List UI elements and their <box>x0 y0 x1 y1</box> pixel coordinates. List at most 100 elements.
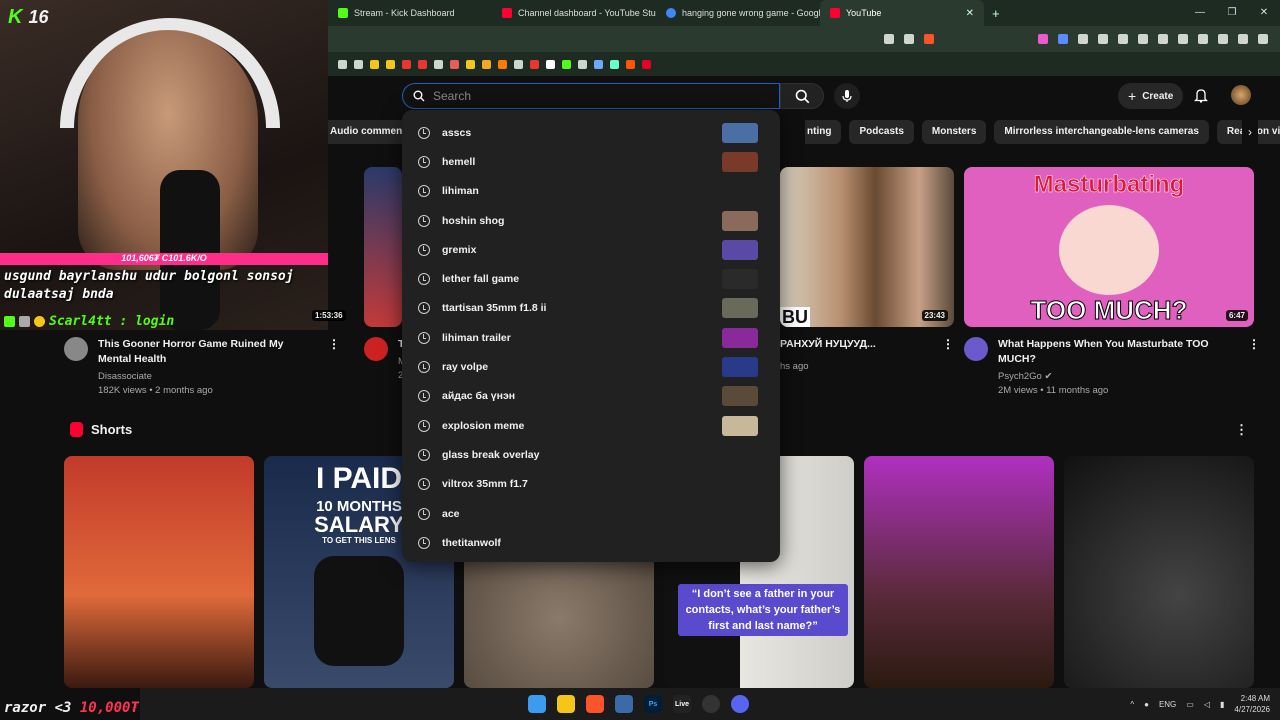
more-options-icon[interactable]: ⋮ <box>328 337 340 398</box>
close-tab-icon[interactable]: ✕ <box>966 8 974 19</box>
suggestion-item[interactable]: thetitanwolf <box>402 528 780 557</box>
bookmark-icon[interactable] <box>354 59 363 69</box>
extension-icon[interactable] <box>1118 34 1128 44</box>
bookmark-icon[interactable] <box>530 59 539 69</box>
close-window-button[interactable]: ✕ <box>1248 0 1280 26</box>
bookmark-icon[interactable] <box>466 59 475 69</box>
suggestion-item[interactable]: lihiman <box>402 177 780 206</box>
channel-avatar[interactable] <box>364 337 388 361</box>
notifications-button[interactable] <box>1192 86 1210 104</box>
bookmark-icon[interactable] <box>578 59 587 69</box>
search-box[interactable] <box>402 83 780 109</box>
tab-kick-dashboard[interactable]: Stream - Kick Dashboard <box>328 0 492 26</box>
file-explorer-icon[interactable] <box>557 695 575 713</box>
extension-icon[interactable] <box>1138 34 1148 44</box>
bookmark-icon[interactable] <box>370 59 379 69</box>
video-card[interactable]: BU 23:43 РАНХУЙ НУЦУУД... hs ago ⋮ <box>780 167 954 374</box>
suggestion-item[interactable]: ray volpe <box>402 352 780 381</box>
battery-icon[interactable]: ▮ <box>1220 700 1224 709</box>
bookmark-icon[interactable] <box>626 59 635 69</box>
discord-icon[interactable] <box>731 695 749 713</box>
chevron-right-icon[interactable]: › <box>1242 120 1258 144</box>
live-icon[interactable]: Live <box>673 695 691 713</box>
cast-icon[interactable] <box>884 34 894 44</box>
filter-chip[interactable]: Mirrorless interchangeable-lens cameras <box>994 120 1209 144</box>
video-title[interactable]: What Happens When You Masturbate TOO MUC… <box>998 337 1238 367</box>
extension-icon[interactable] <box>1058 34 1068 44</box>
bookmark-icon[interactable] <box>610 59 619 69</box>
suggestion-item[interactable]: lether fall game <box>402 264 780 293</box>
video-thumbnail[interactable] <box>364 167 402 327</box>
wallet-icon[interactable] <box>1198 34 1208 44</box>
share-icon[interactable] <box>904 34 914 44</box>
more-options-icon[interactable]: ⋮ <box>942 337 954 374</box>
video-card[interactable]: This Gooner Horror Game Ruined My Mental… <box>64 167 340 398</box>
account-avatar[interactable] <box>1231 85 1251 105</box>
suggestion-item[interactable]: ace <box>402 499 780 528</box>
channel-avatar[interactable] <box>64 337 88 361</box>
new-tab-button[interactable]: + <box>984 6 1008 21</box>
music-icon[interactable] <box>1158 34 1168 44</box>
short-card[interactable] <box>864 456 1054 688</box>
bookmark-icon[interactable] <box>386 59 395 69</box>
short-card[interactable] <box>1064 456 1254 688</box>
sidebar-icon[interactable] <box>1178 34 1188 44</box>
filter-chip[interactable]: nting <box>805 120 842 144</box>
suggestion-item[interactable]: viltrox 35mm f1.7 <box>402 470 780 499</box>
bookmark-icon[interactable] <box>482 59 491 69</box>
suggestion-item[interactable]: hemell <box>402 147 780 176</box>
bookmark-icon[interactable] <box>418 59 427 69</box>
tab-youtube-studio[interactable]: Channel dashboard - YouTube Studio <box>492 0 656 26</box>
filter-chip[interactable]: Monsters <box>921 120 987 144</box>
suggestion-item[interactable]: asscs <box>402 118 780 147</box>
video-card[interactable]: Masturbating TOO MUCH? 6:47 What Happens… <box>964 167 1260 398</box>
video-title[interactable]: РАНХУЙ НУЦУУД... <box>780 337 930 352</box>
tab-youtube[interactable]: YouTube ✕ <box>820 0 984 26</box>
leo-icon[interactable] <box>1218 34 1228 44</box>
short-card[interactable] <box>64 456 254 688</box>
video-title[interactable]: This Gooner Horror Game Ruined My Mental… <box>98 337 318 367</box>
brave-icon[interactable] <box>586 695 604 713</box>
more-options-icon[interactable]: ⋮ <box>1235 422 1248 438</box>
suggestion-item[interactable]: hoshin shog <box>402 206 780 235</box>
bookmark-icon[interactable] <box>338 59 347 69</box>
extension-icon[interactable] <box>1078 34 1088 44</box>
volume-icon[interactable]: ◁ <box>1204 700 1210 709</box>
channel-name[interactable]: Psych2Go ✔ <box>998 370 1238 384</box>
photoshop-icon[interactable]: Ps <box>644 695 662 713</box>
bookmark-icon[interactable] <box>642 59 651 69</box>
suggestion-item[interactable]: gremix <box>402 235 780 264</box>
video-thumbnail[interactable]: BU 23:43 <box>780 167 954 327</box>
search-input[interactable] <box>433 89 733 103</box>
create-button[interactable]: + Create <box>1118 83 1184 109</box>
microphone-icon[interactable]: ● <box>1144 700 1149 709</box>
suggestion-item[interactable]: lihiman trailer <box>402 323 780 352</box>
bookmark-icon[interactable] <box>402 59 411 69</box>
suggestion-item[interactable]: айдас ба үнэн <box>402 382 780 411</box>
extension-icon[interactable] <box>1098 34 1108 44</box>
video-thumbnail[interactable]: Masturbating TOO MUCH? 6:47 <box>964 167 1254 327</box>
bookmark-icon[interactable] <box>450 59 459 69</box>
minimize-button[interactable]: — <box>1184 0 1216 26</box>
channel-avatar[interactable] <box>964 337 988 361</box>
clock[interactable]: 2:48 AM 4/27/2026 <box>1234 693 1270 715</box>
more-options-icon[interactable]: ⋮ <box>1248 337 1260 398</box>
obs-icon[interactable] <box>702 695 720 713</box>
vpn-icon[interactable] <box>1238 34 1248 44</box>
suggestion-item[interactable]: explosion meme <box>402 411 780 440</box>
menu-icon[interactable] <box>1258 34 1268 44</box>
filter-chip[interactable]: Podcasts <box>849 120 914 144</box>
search-button[interactable] <box>780 83 824 109</box>
chevron-up-icon[interactable]: ^ <box>1130 700 1134 709</box>
start-icon[interactable] <box>528 695 546 713</box>
voice-search-button[interactable] <box>834 83 860 109</box>
bookmark-icon[interactable] <box>562 59 571 69</box>
language-indicator[interactable]: ENG <box>1159 700 1176 709</box>
bookmark-icon[interactable] <box>594 59 603 69</box>
tab-google-search[interactable]: hanging gone wrong game - Google <box>656 0 820 26</box>
bookmark-icon[interactable] <box>546 59 555 69</box>
suggestion-item[interactable]: ttartisan 35mm f1.8 ii <box>402 294 780 323</box>
network-icon[interactable]: ▭ <box>1186 700 1194 709</box>
davinci-icon[interactable] <box>615 695 633 713</box>
brave-shields-icon[interactable] <box>924 34 934 44</box>
